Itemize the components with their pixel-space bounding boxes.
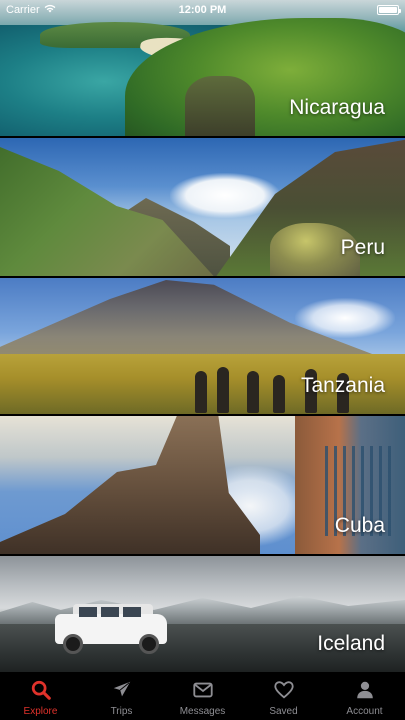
tab-label: Saved [269,706,298,717]
destination-name: Cuba [334,514,385,537]
tab-messages[interactable]: Messages [162,672,243,718]
heart-icon [271,678,297,702]
envelope-icon [190,678,216,702]
destination-card-iceland[interactable]: Iceland [0,556,405,672]
status-right [377,5,401,15]
battery-icon [377,5,401,15]
tab-saved[interactable]: Saved [243,672,324,718]
person-icon [352,678,378,702]
destination-name: Tanzania [300,374,385,397]
destination-card-peru[interactable]: Peru [0,138,405,278]
tab-label: Trips [110,706,133,717]
airplane-icon [109,678,135,702]
destination-name: Peru [340,236,385,259]
search-icon [28,678,54,702]
tab-explore[interactable]: Explore [0,672,81,718]
tab-account[interactable]: Account [324,672,405,718]
vehicle-illustration [55,604,167,654]
status-bar: Carrier 12:00 PM [0,0,405,20]
destination-name: Nicaragua [289,96,385,119]
status-time: 12:00 PM [178,4,227,16]
tab-bar: Explore Trips Messages Saved Account [0,672,405,720]
destination-card-nicaragua[interactable]: Nicaragua [0,0,405,138]
destination-card-cuba[interactable]: Cuba [0,416,405,556]
tab-label: Explore [23,706,58,717]
destination-name: Iceland [317,632,385,655]
destination-card-tanzania[interactable]: Tanzania [0,278,405,416]
tab-label: Account [346,706,383,717]
tab-label: Messages [179,706,226,717]
destination-list: Nicaragua Peru Tanzania Cuba Iceland [0,0,405,672]
tab-trips[interactable]: Trips [81,672,162,718]
